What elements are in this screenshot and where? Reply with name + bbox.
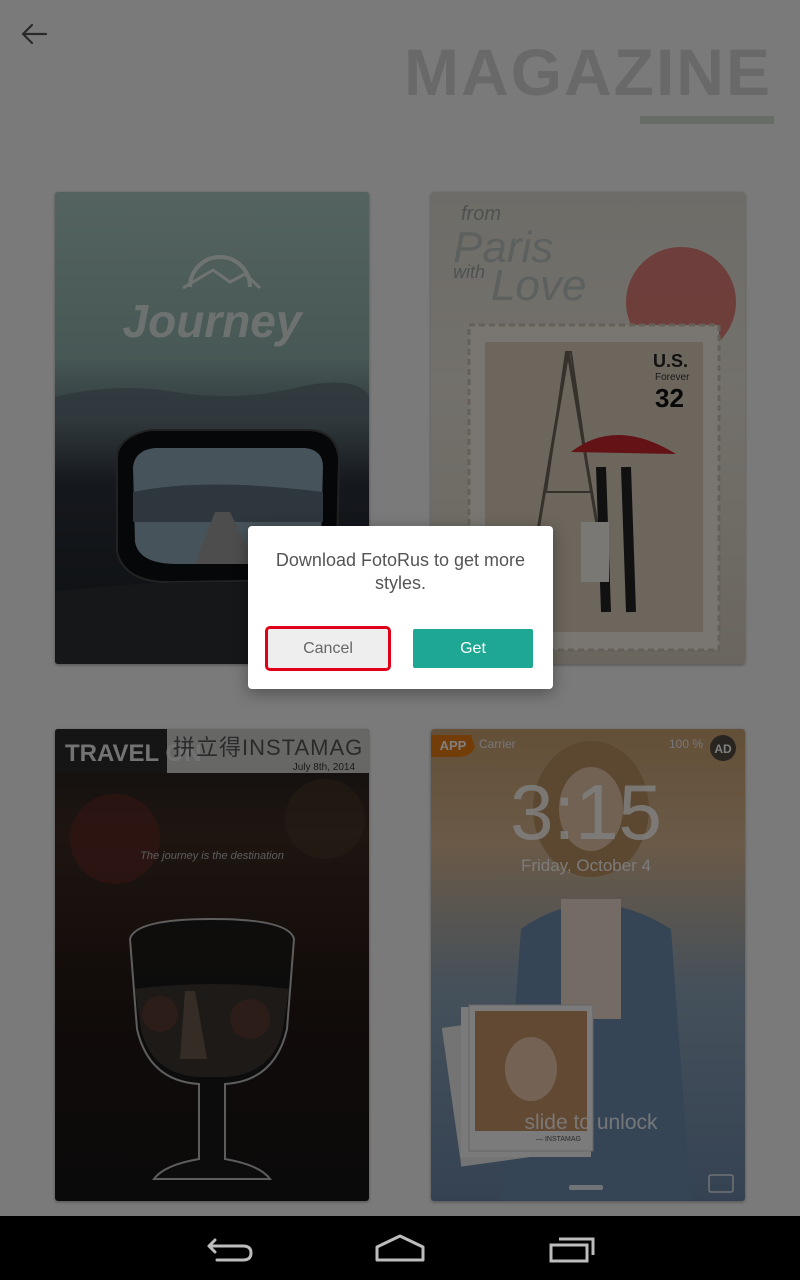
download-dialog: Download FotoRus to get more styles. Can… bbox=[248, 526, 553, 689]
get-button[interactable]: Get bbox=[413, 629, 533, 668]
back-icon bbox=[207, 1238, 253, 1262]
dialog-message: Download FotoRus to get more styles. bbox=[275, 550, 526, 593]
system-nav-bar bbox=[0, 1216, 800, 1280]
cancel-button[interactable]: Cancel bbox=[265, 626, 391, 671]
nav-home-button[interactable] bbox=[370, 1228, 430, 1268]
nav-back-button[interactable] bbox=[200, 1228, 260, 1268]
home-icon bbox=[375, 1234, 425, 1262]
recent-apps-icon bbox=[549, 1237, 595, 1263]
nav-recent-apps-button[interactable] bbox=[542, 1228, 602, 1268]
magazine-screen: MAGAZINE Journey from Paris with Love bbox=[0, 0, 800, 1216]
